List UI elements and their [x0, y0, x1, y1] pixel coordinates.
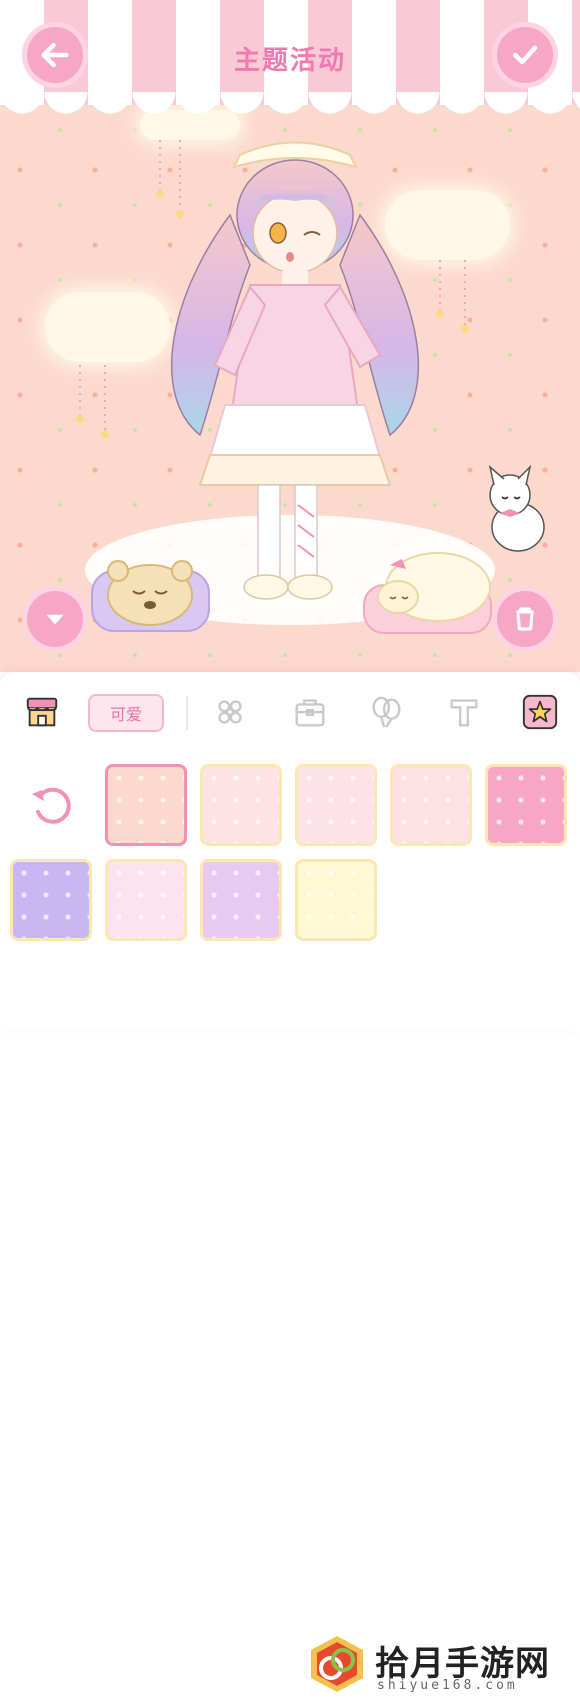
- tab-text[interactable]: [444, 692, 484, 732]
- character-girl: [170, 141, 420, 600]
- swatch-pattern: [393, 767, 469, 843]
- background-swatch-carrot-peach[interactable]: [105, 764, 187, 846]
- bag-icon: [295, 699, 325, 727]
- reset-button[interactable]: [28, 782, 78, 832]
- background-swatch-bunny-pink[interactable]: [485, 764, 567, 846]
- wardrobe-panel: 可爱 拾月手游网 shiyue168.com: [0, 672, 580, 1693]
- background-swatch-strawberry-pink[interactable]: [200, 764, 282, 846]
- tab-cute[interactable]: 可爱: [88, 694, 164, 732]
- swatch-pattern: [13, 862, 89, 938]
- collapse-button[interactable]: [22, 586, 88, 652]
- background-swatch-dots-pink[interactable]: [295, 764, 377, 846]
- delete-button[interactable]: [492, 586, 558, 652]
- star-icon: [522, 694, 558, 730]
- background-swatch-apple-pink[interactable]: [390, 764, 472, 846]
- text-icon: [450, 699, 478, 727]
- swatch-pattern: [488, 767, 564, 843]
- flower-icon: [218, 700, 242, 724]
- tab-star[interactable]: [520, 692, 560, 732]
- arrow-left-icon: [41, 42, 69, 68]
- awning-scallop: [0, 92, 580, 118]
- dress-up-stage: 主题活动: [0, 0, 580, 672]
- swatch-pattern: [108, 862, 184, 938]
- tab-balloon[interactable]: [366, 692, 406, 732]
- white-cat: [488, 465, 545, 552]
- swatch-pattern: [108, 767, 184, 843]
- trash-icon: [516, 607, 534, 631]
- background-swatch-flower-cream[interactable]: [295, 859, 377, 941]
- swatch-pattern: [298, 862, 374, 938]
- triangle-down-icon: [46, 614, 64, 625]
- shop-icon: [26, 697, 58, 727]
- background-swatch-bunny-lavender[interactable]: [10, 859, 92, 941]
- swatch-pattern: [298, 767, 374, 843]
- tab-shop[interactable]: [22, 692, 62, 732]
- confirm-button[interactable]: [492, 22, 558, 88]
- check-icon: [512, 45, 538, 65]
- swatch-pattern: [203, 862, 279, 938]
- tab-bag[interactable]: [290, 692, 330, 732]
- background-swatch-star-lilac[interactable]: [200, 859, 282, 941]
- tab-divider: [186, 696, 188, 730]
- background-swatch-star-pink[interactable]: [105, 859, 187, 941]
- balloon-icon: [372, 696, 401, 728]
- tab-flower[interactable]: [210, 692, 250, 732]
- watermark: 拾月手游网 shiyue168.com: [305, 1632, 575, 1698]
- swatch-pattern: [203, 767, 279, 843]
- watermark-subtitle: shiyue168.com: [377, 1678, 518, 1693]
- back-button[interactable]: [22, 22, 88, 88]
- watermark-logo-icon: [311, 1636, 363, 1692]
- category-tabbar: 可爱: [0, 672, 580, 752]
